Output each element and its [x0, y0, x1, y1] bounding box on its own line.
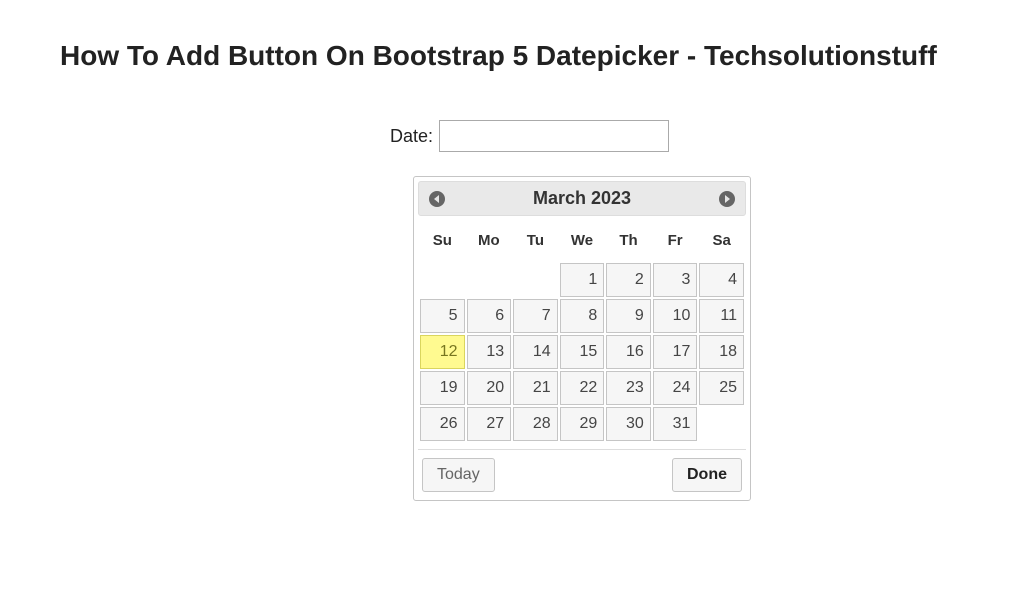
prev-month-button[interactable]: [427, 189, 447, 209]
calendar-day[interactable]: 3: [653, 263, 698, 297]
date-label: Date:: [390, 126, 433, 147]
calendar-day[interactable]: 14: [513, 335, 558, 369]
today-button[interactable]: Today: [422, 458, 495, 492]
calendar-day[interactable]: 17: [653, 335, 698, 369]
next-month-button[interactable]: [717, 189, 737, 209]
calendar-week: 19202122232425: [420, 371, 744, 405]
calendar-week: 12131415161718: [420, 335, 744, 369]
datepicker-header: March 2023: [418, 181, 746, 216]
calendar-day[interactable]: 25: [699, 371, 744, 405]
day-header: We: [560, 222, 605, 261]
calendar-day[interactable]: 16: [606, 335, 651, 369]
calendar-day[interactable]: 22: [560, 371, 605, 405]
calendar-day[interactable]: 15: [560, 335, 605, 369]
calendar-day[interactable]: 20: [467, 371, 512, 405]
day-header: Fr: [653, 222, 698, 261]
calendar-day[interactable]: 6: [467, 299, 512, 333]
day-header: Mo: [467, 222, 512, 261]
calendar-day-empty: [513, 263, 558, 297]
calendar-day-empty: [699, 407, 744, 441]
calendar-day[interactable]: 4: [699, 263, 744, 297]
calendar-day[interactable]: 5: [420, 299, 465, 333]
calendar-day[interactable]: 28: [513, 407, 558, 441]
day-header: Sa: [699, 222, 744, 261]
calendar-day-empty: [467, 263, 512, 297]
day-header: Su: [420, 222, 465, 261]
datepicker-title: March 2023: [419, 188, 745, 209]
calendar-day[interactable]: 27: [467, 407, 512, 441]
done-button[interactable]: Done: [672, 458, 742, 492]
datepicker-buttonpane: Today Done: [418, 449, 746, 496]
calendar-day[interactable]: 19: [420, 371, 465, 405]
page-title: How To Add Button On Bootstrap 5 Datepic…: [60, 40, 964, 72]
calendar-day[interactable]: 9: [606, 299, 651, 333]
calendar-day[interactable]: 8: [560, 299, 605, 333]
calendar-week: 567891011: [420, 299, 744, 333]
date-input[interactable]: [439, 120, 669, 152]
calendar-day[interactable]: 29: [560, 407, 605, 441]
calendar-day[interactable]: 1: [560, 263, 605, 297]
calendar-day[interactable]: 11: [699, 299, 744, 333]
calendar-week: 1234: [420, 263, 744, 297]
day-header: Th: [606, 222, 651, 261]
calendar-day-empty: [420, 263, 465, 297]
calendar-day[interactable]: 7: [513, 299, 558, 333]
chevron-left-icon: [429, 191, 445, 207]
calendar-day[interactable]: 10: [653, 299, 698, 333]
chevron-right-icon: [719, 191, 735, 207]
calendar-day[interactable]: 2: [606, 263, 651, 297]
calendar-day[interactable]: 13: [467, 335, 512, 369]
calendar-week: 262728293031: [420, 407, 744, 441]
calendar-day[interactable]: 24: [653, 371, 698, 405]
calendar-day[interactable]: 18: [699, 335, 744, 369]
calendar-day[interactable]: 12: [420, 335, 465, 369]
calendar-day[interactable]: 21: [513, 371, 558, 405]
calendar-day[interactable]: 23: [606, 371, 651, 405]
calendar-day[interactable]: 30: [606, 407, 651, 441]
day-header-row: Su Mo Tu We Th Fr Sa: [420, 222, 744, 261]
datepicker: March 2023 Su Mo Tu We Th Fr Sa 12345678…: [413, 176, 751, 501]
day-header: Tu: [513, 222, 558, 261]
calendar-day[interactable]: 31: [653, 407, 698, 441]
date-form-row: Date:: [390, 120, 964, 152]
calendar-day[interactable]: 26: [420, 407, 465, 441]
datepicker-calendar: Su Mo Tu We Th Fr Sa 1234567891011121314…: [418, 220, 746, 443]
